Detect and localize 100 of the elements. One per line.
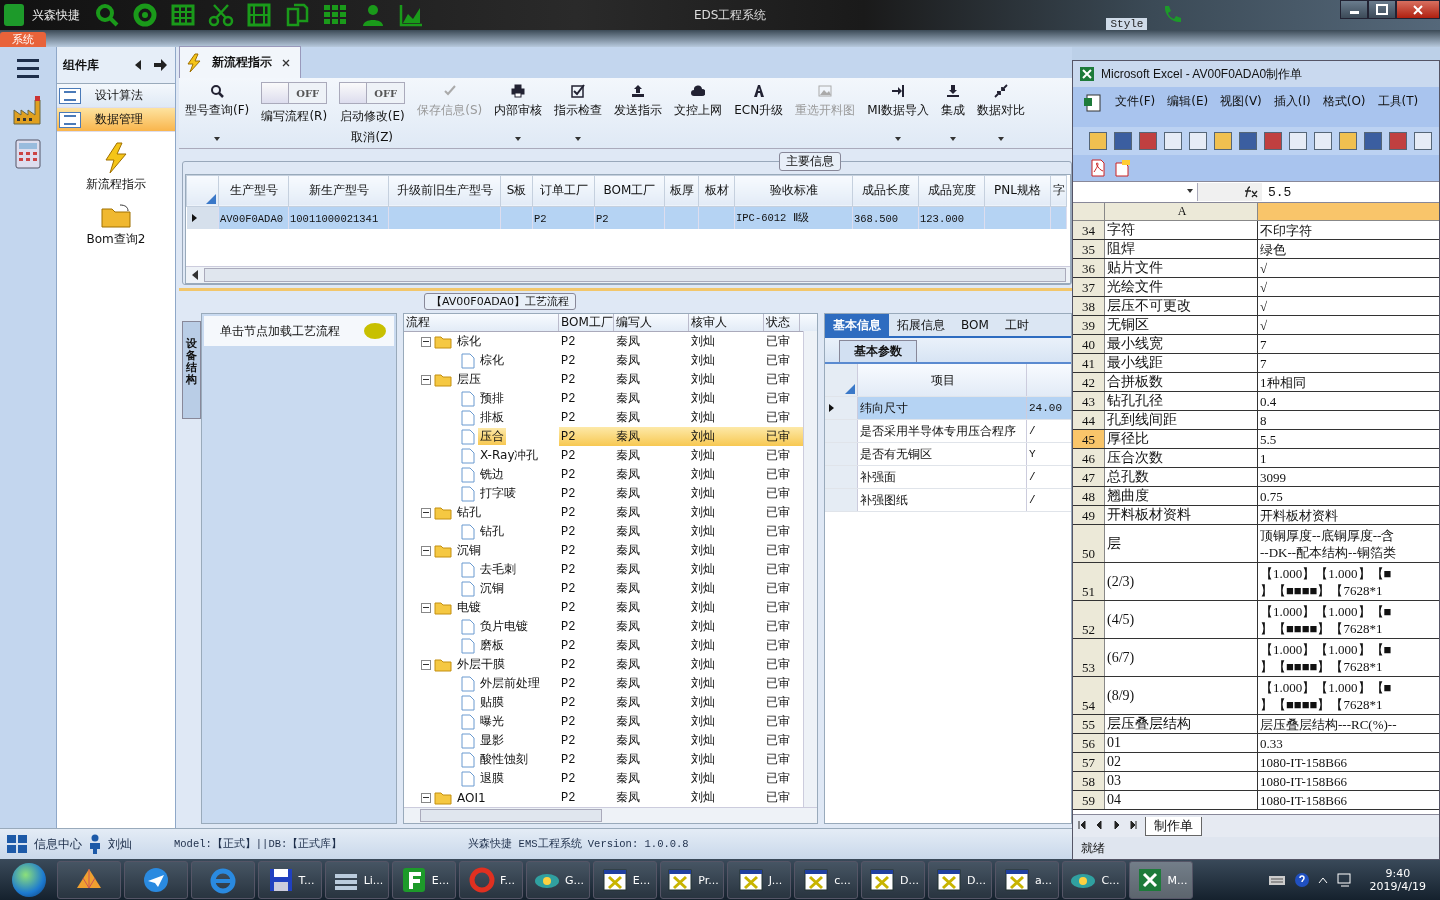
collapse-toggle[interactable] [421, 545, 431, 556]
copy-icon[interactable] [284, 3, 310, 27]
column-header[interactable]: 升级前旧生产型号 [388, 175, 501, 207]
row-number[interactable]: 40 [1073, 335, 1105, 353]
taskbar-item[interactable]: G... [526, 861, 590, 899]
user-icon[interactable] [360, 3, 386, 27]
taskbar-item[interactable]: C... [1062, 861, 1126, 899]
taskbar-item[interactable]: E... [392, 861, 456, 899]
tab[interactable]: BOM [953, 314, 997, 336]
taskbar-item[interactable]: T... [258, 861, 322, 899]
pdf-comment-icon[interactable] [1113, 159, 1131, 177]
toolbar-icon[interactable] [1189, 132, 1207, 150]
collapse-toggle[interactable] [421, 602, 431, 613]
tree-node[interactable]: 棕化 [455, 333, 483, 350]
film-icon[interactable] [246, 3, 272, 27]
column-header[interactable]: BOM工厂 [594, 175, 665, 207]
toolbar-button[interactable]: 指示检查 [554, 82, 603, 148]
toolbar-button[interactable]: 数据对比 [977, 82, 1026, 148]
info-center-link[interactable]: 信息中心 [34, 835, 82, 853]
row-number[interactable]: 34 [1073, 221, 1105, 239]
pdf-icon[interactable] [1089, 159, 1107, 177]
tab[interactable]: 拓展信息 [889, 314, 953, 336]
taskbar-item[interactable]: D... [861, 861, 925, 899]
tree-node[interactable]: 打字唛 [478, 485, 518, 502]
toolbar-icon[interactable] [1164, 132, 1182, 150]
row-number[interactable]: 53 [1073, 639, 1105, 676]
grid-icon[interactable] [322, 3, 348, 27]
tree-node[interactable]: 钻孔 [455, 504, 483, 521]
tree-node[interactable]: 贴膜 [478, 694, 506, 711]
toolbar-icon[interactable] [1089, 132, 1107, 150]
row-number[interactable]: 42 [1073, 373, 1105, 391]
tool-button[interactable]: Bom查询2 [57, 203, 175, 248]
toolbar-button[interactable]: 集成 [941, 82, 966, 148]
taskbar-item[interactable]: Pr... [660, 861, 724, 899]
column-header[interactable]: 新生产型号 [288, 175, 389, 207]
tree-node[interactable]: 显影 [478, 732, 506, 749]
network-icon[interactable] [1335, 872, 1354, 888]
tree-node[interactable]: 磨板 [478, 637, 506, 654]
taskbar-item[interactable] [124, 861, 188, 899]
row-number[interactable]: 39 [1073, 316, 1105, 334]
component-item[interactable]: 设计算法 [57, 84, 175, 108]
menu-item[interactable]: 工具(T) [1377, 93, 1419, 110]
column-header[interactable]: 核审人 [689, 314, 764, 331]
sheet-icon[interactable] [1083, 93, 1103, 113]
row-number[interactable]: 47 [1073, 468, 1105, 486]
row-number[interactable]: 59 [1073, 791, 1105, 809]
scissors-icon[interactable] [208, 3, 234, 27]
restore-button[interactable] [1368, 0, 1396, 19]
toolbar-icon[interactable] [1214, 132, 1232, 150]
row-number[interactable]: 44 [1073, 411, 1105, 429]
row-number[interactable]: 58 [1073, 772, 1105, 790]
menu-item[interactable]: 文件(F) [1115, 93, 1156, 110]
sub-tab[interactable]: 基本参数 [839, 340, 917, 362]
style-label[interactable]: Style [1106, 18, 1148, 30]
menu-item[interactable]: 格式(O) [1322, 93, 1366, 110]
table-icon[interactable] [170, 3, 196, 27]
tab[interactable]: 工时 [996, 314, 1037, 336]
scrollbar[interactable] [404, 807, 817, 823]
keyboard-icon[interactable] [1267, 873, 1286, 887]
column-header[interactable]: A [1105, 203, 1258, 220]
column-header[interactable]: 流程 [404, 314, 559, 331]
toolbar-button[interactable]: 文控上网 [674, 82, 723, 148]
column-header[interactable]: 验收标准 [734, 175, 853, 207]
sheet-tab[interactable]: 制作单 [1145, 816, 1202, 836]
select-all-corner[interactable] [1073, 203, 1105, 220]
tree-node[interactable]: 棕化 [478, 352, 506, 369]
menu-item[interactable]: 视图(V) [1220, 93, 1262, 110]
column-header[interactable]: 成品宽度 [918, 175, 985, 207]
close-button[interactable] [1396, 0, 1440, 19]
document-tab[interactable]: 新流程指示 [179, 46, 301, 78]
row-number[interactable]: 46 [1073, 449, 1105, 467]
scrollbar[interactable] [803, 331, 817, 807]
tool-button[interactable]: 新流程指示 [57, 142, 175, 193]
tree-node[interactable]: 曝光 [478, 713, 506, 730]
toolbar-icon[interactable] [1414, 132, 1432, 150]
component-item[interactable]: 数据管理 [57, 108, 175, 132]
column-header[interactable]: 编写人 [614, 314, 689, 331]
toolbar-button[interactable]: ECN升级 [734, 82, 784, 148]
column-header[interactable]: PNL规格 [984, 175, 1051, 207]
tree-node[interactable]: 沉铜 [455, 542, 483, 559]
tree-node[interactable]: 铣边 [478, 466, 506, 483]
taskbar-item[interactable]: Li... [325, 861, 389, 899]
menu-item[interactable]: 插入(I) [1273, 93, 1311, 110]
tab[interactable]: 基本信息 [825, 314, 889, 336]
toolbar-button[interactable]: 发送指示 [614, 82, 663, 148]
row-number[interactable]: 41 [1073, 354, 1105, 372]
row-header[interactable] [186, 206, 219, 229]
tree-node[interactable]: 外层干膜 [455, 656, 507, 673]
menu-item[interactable]: 编辑(E) [1167, 93, 1209, 110]
toolbar-button[interactable]: 型号查询(F) [185, 82, 250, 148]
tree-node[interactable]: 层压 [455, 371, 483, 388]
taskbar-item[interactable]: F... [459, 861, 523, 899]
row-number[interactable]: 45 [1073, 430, 1105, 448]
toolbar-icon[interactable] [1289, 132, 1307, 150]
column-header[interactable]: 订单工厂 [532, 175, 595, 207]
row-number[interactable]: 35 [1073, 240, 1105, 258]
taskbar-item[interactable]: c... [794, 861, 858, 899]
tree-node[interactable]: 外层前处理 [478, 675, 542, 692]
tree-node[interactable]: 沉铜 [478, 580, 506, 597]
row-number[interactable]: 55 [1073, 715, 1105, 733]
